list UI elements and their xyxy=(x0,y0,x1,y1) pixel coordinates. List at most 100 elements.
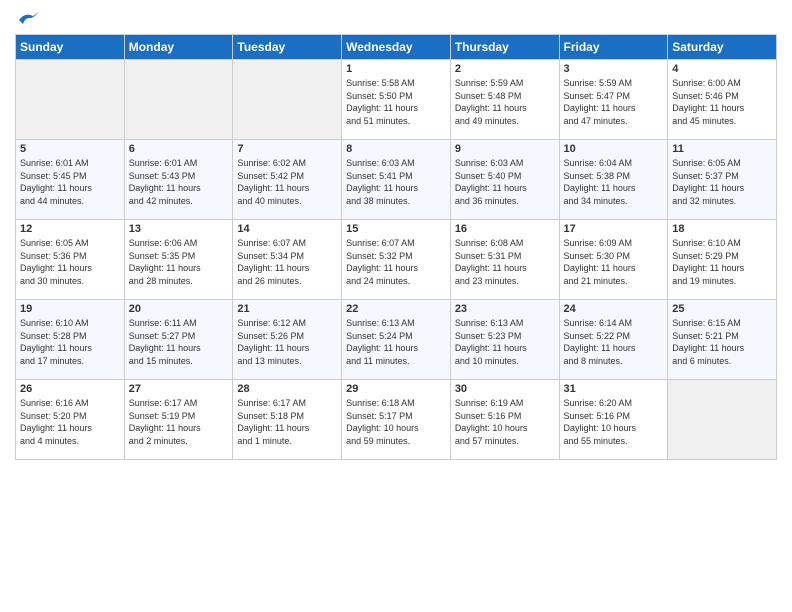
day-info: Sunrise: 6:12 AM Sunset: 5:26 PM Dayligh… xyxy=(237,317,337,367)
day-info: Sunrise: 6:09 AM Sunset: 5:30 PM Dayligh… xyxy=(564,237,664,287)
day-number: 7 xyxy=(237,143,337,155)
calendar-cell: 18 Sunrise: 6:10 AM Sunset: 5:29 PM Dayli… xyxy=(668,220,777,300)
day-number: 3 xyxy=(564,63,664,75)
day-info: Sunrise: 6:17 AM Sunset: 5:19 PM Dayligh… xyxy=(129,397,229,447)
calendar-cell: 15 Sunrise: 6:07 AM Sunset: 5:32 PM Dayli… xyxy=(342,220,451,300)
day-info: Sunrise: 6:03 AM Sunset: 5:40 PM Dayligh… xyxy=(455,157,555,207)
day-info: Sunrise: 6:10 AM Sunset: 5:28 PM Dayligh… xyxy=(20,317,120,367)
day-number: 10 xyxy=(564,143,664,155)
calendar-cell: 29 Sunrise: 6:18 AM Sunset: 5:17 PM Dayli… xyxy=(342,380,451,460)
calendar-cell: 19 Sunrise: 6:10 AM Sunset: 5:28 PM Dayli… xyxy=(16,300,125,380)
calendar-cell xyxy=(124,60,233,140)
day-number: 29 xyxy=(346,383,446,395)
week-row-3: 12 Sunrise: 6:05 AM Sunset: 5:36 PM Dayli… xyxy=(16,220,777,300)
day-number: 21 xyxy=(237,303,337,315)
calendar-cell: 25Sunrise: 6:15 AM Sunset: 5:21 PM Dayli… xyxy=(668,300,777,380)
day-number: 6 xyxy=(129,143,229,155)
day-info: Sunrise: 6:08 AM Sunset: 5:31 PM Dayligh… xyxy=(455,237,555,287)
day-number: 15 xyxy=(346,223,446,235)
calendar-cell xyxy=(16,60,125,140)
calendar-cell: 11Sunrise: 6:05 AM Sunset: 5:37 PM Dayli… xyxy=(668,140,777,220)
day-info: Sunrise: 6:01 AM Sunset: 5:45 PM Dayligh… xyxy=(20,157,120,207)
day-number: 18 xyxy=(672,223,772,235)
day-info: Sunrise: 5:59 AM Sunset: 5:47 PM Dayligh… xyxy=(564,77,664,127)
day-info: Sunrise: 6:07 AM Sunset: 5:34 PM Dayligh… xyxy=(237,237,337,287)
calendar-cell: 7 Sunrise: 6:02 AM Sunset: 5:42 PM Daylig… xyxy=(233,140,342,220)
calendar-cell xyxy=(668,380,777,460)
calendar-cell xyxy=(233,60,342,140)
calendar-cell: 2 Sunrise: 5:59 AM Sunset: 5:48 PM Daylig… xyxy=(450,60,559,140)
calendar-cell: 3 Sunrise: 5:59 AM Sunset: 5:47 PM Daylig… xyxy=(559,60,668,140)
day-info: Sunrise: 6:05 AM Sunset: 5:36 PM Dayligh… xyxy=(20,237,120,287)
day-info: Sunrise: 6:16 AM Sunset: 5:20 PM Dayligh… xyxy=(20,397,120,447)
day-info: Sunrise: 6:03 AM Sunset: 5:41 PM Dayligh… xyxy=(346,157,446,207)
day-info: Sunrise: 6:13 AM Sunset: 5:24 PM Dayligh… xyxy=(346,317,446,367)
day-number: 23 xyxy=(455,303,555,315)
day-info: Sunrise: 6:13 AM Sunset: 5:23 PM Dayligh… xyxy=(455,317,555,367)
day-number: 30 xyxy=(455,383,555,395)
page: SundayMondayTuesdayWednesdayThursdayFrid… xyxy=(0,0,792,612)
day-number: 4 xyxy=(672,63,772,75)
day-number: 8 xyxy=(346,143,446,155)
calendar-cell: 20 Sunrise: 6:11 AM Sunset: 5:27 PM Dayli… xyxy=(124,300,233,380)
calendar-cell: 1 Sunrise: 5:58 AM Sunset: 5:50 PM Daylig… xyxy=(342,60,451,140)
day-number: 9 xyxy=(455,143,555,155)
calendar-cell: 14 Sunrise: 6:07 AM Sunset: 5:34 PM Dayli… xyxy=(233,220,342,300)
day-number: 19 xyxy=(20,303,120,315)
day-number: 13 xyxy=(129,223,229,235)
day-info: Sunrise: 6:20 AM Sunset: 5:16 PM Dayligh… xyxy=(564,397,664,447)
weekday-header-row: SundayMondayTuesdayWednesdayThursdayFrid… xyxy=(16,35,777,60)
day-info: Sunrise: 6:17 AM Sunset: 5:18 PM Dayligh… xyxy=(237,397,337,447)
weekday-header-wednesday: Wednesday xyxy=(342,35,451,60)
day-info: Sunrise: 6:07 AM Sunset: 5:32 PM Dayligh… xyxy=(346,237,446,287)
day-number: 24 xyxy=(564,303,664,315)
calendar-cell: 23 Sunrise: 6:13 AM Sunset: 5:23 PM Dayli… xyxy=(450,300,559,380)
week-row-2: 5 Sunrise: 6:01 AM Sunset: 5:45 PM Daylig… xyxy=(16,140,777,220)
week-row-1: 1 Sunrise: 5:58 AM Sunset: 5:50 PM Daylig… xyxy=(16,60,777,140)
day-number: 16 xyxy=(455,223,555,235)
day-number: 12 xyxy=(20,223,120,235)
weekday-header-friday: Friday xyxy=(559,35,668,60)
calendar-cell: 28 Sunrise: 6:17 AM Sunset: 5:18 PM Dayli… xyxy=(233,380,342,460)
header xyxy=(15,10,777,26)
day-info: Sunrise: 6:19 AM Sunset: 5:16 PM Dayligh… xyxy=(455,397,555,447)
day-info: Sunrise: 6:01 AM Sunset: 5:43 PM Dayligh… xyxy=(129,157,229,207)
day-info: Sunrise: 6:18 AM Sunset: 5:17 PM Dayligh… xyxy=(346,397,446,447)
day-info: Sunrise: 6:05 AM Sunset: 5:37 PM Dayligh… xyxy=(672,157,772,207)
day-info: Sunrise: 6:00 AM Sunset: 5:46 PM Dayligh… xyxy=(672,77,772,127)
day-info: Sunrise: 5:58 AM Sunset: 5:50 PM Dayligh… xyxy=(346,77,446,127)
calendar-cell: 27Sunrise: 6:17 AM Sunset: 5:19 PM Dayli… xyxy=(124,380,233,460)
day-info: Sunrise: 6:06 AM Sunset: 5:35 PM Dayligh… xyxy=(129,237,229,287)
weekday-header-sunday: Sunday xyxy=(16,35,125,60)
logo-bird-icon xyxy=(17,10,39,28)
day-info: Sunrise: 6:11 AM Sunset: 5:27 PM Dayligh… xyxy=(129,317,229,367)
day-info: Sunrise: 6:10 AM Sunset: 5:29 PM Dayligh… xyxy=(672,237,772,287)
day-number: 22 xyxy=(346,303,446,315)
calendar-cell: 10 Sunrise: 6:04 AM Sunset: 5:38 PM Dayli… xyxy=(559,140,668,220)
weekday-header-saturday: Saturday xyxy=(668,35,777,60)
day-info: Sunrise: 5:59 AM Sunset: 5:48 PM Dayligh… xyxy=(455,77,555,127)
calendar-cell: 21 Sunrise: 6:12 AM Sunset: 5:26 PM Dayli… xyxy=(233,300,342,380)
calendar-cell: 8 Sunrise: 6:03 AM Sunset: 5:41 PM Daylig… xyxy=(342,140,451,220)
day-number: 20 xyxy=(129,303,229,315)
day-number: 1 xyxy=(346,63,446,75)
day-info: Sunrise: 6:02 AM Sunset: 5:42 PM Dayligh… xyxy=(237,157,337,207)
calendar-cell: 12 Sunrise: 6:05 AM Sunset: 5:36 PM Dayli… xyxy=(16,220,125,300)
day-info: Sunrise: 6:14 AM Sunset: 5:22 PM Dayligh… xyxy=(564,317,664,367)
logo xyxy=(15,10,39,26)
day-number: 31 xyxy=(564,383,664,395)
day-number: 26 xyxy=(20,383,120,395)
calendar-body: 1 Sunrise: 5:58 AM Sunset: 5:50 PM Daylig… xyxy=(16,60,777,460)
day-number: 2 xyxy=(455,63,555,75)
calendar-cell: 5 Sunrise: 6:01 AM Sunset: 5:45 PM Daylig… xyxy=(16,140,125,220)
day-info: Sunrise: 6:15 AM Sunset: 5:21 PM Dayligh… xyxy=(672,317,772,367)
calendar-cell: 17Sunrise: 6:09 AM Sunset: 5:30 PM Dayli… xyxy=(559,220,668,300)
day-number: 28 xyxy=(237,383,337,395)
day-number: 14 xyxy=(237,223,337,235)
calendar-cell: 26 Sunrise: 6:16 AM Sunset: 5:20 PM Dayli… xyxy=(16,380,125,460)
day-info: Sunrise: 6:04 AM Sunset: 5:38 PM Dayligh… xyxy=(564,157,664,207)
calendar-cell: 16 Sunrise: 6:08 AM Sunset: 5:31 PM Dayli… xyxy=(450,220,559,300)
calendar: SundayMondayTuesdayWednesdayThursdayFrid… xyxy=(15,34,777,460)
calendar-cell: 13 Sunrise: 6:06 AM Sunset: 5:35 PM Dayli… xyxy=(124,220,233,300)
day-number: 5 xyxy=(20,143,120,155)
